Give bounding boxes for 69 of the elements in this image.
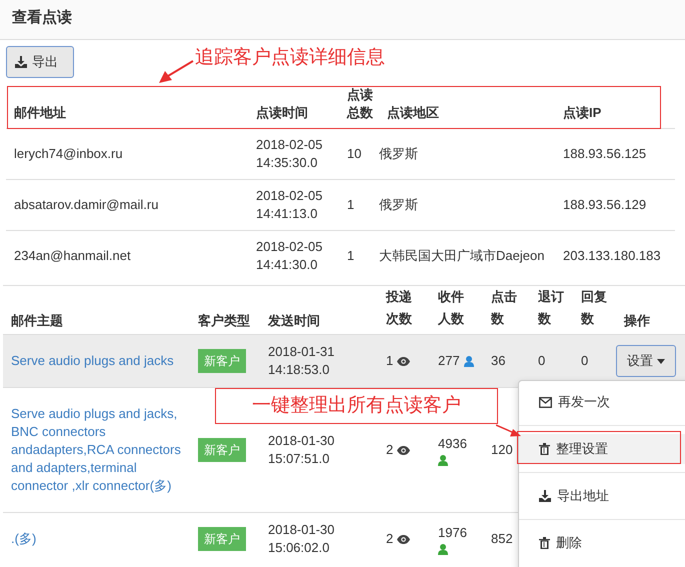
column-header: 邮件主题 [10, 312, 64, 330]
envelope-icon [539, 396, 552, 408]
menu-item[interactable]: 再发一次 [519, 387, 685, 417]
table-cell: 120 [491, 442, 513, 457]
table-cell: 4936 [438, 434, 467, 452]
table-cell-text: 大韩民国大田广域市Daejeon [379, 247, 546, 265]
menu-item[interactable]: 整理设置 [519, 434, 685, 464]
customer-type-tag: 新客户 [198, 438, 246, 462]
column-header: 发送时间 [266, 312, 321, 330]
export-button[interactable]: 导出 [6, 46, 74, 78]
table-cell: 2 [386, 530, 394, 548]
column-header: 回复数 [580, 288, 608, 328]
table-cell: 2 [386, 441, 394, 459]
eye-icon [397, 446, 410, 454]
column-header: 点读时间 [255, 104, 309, 122]
table-cell-text: absatarov.damir@mail.ru [13, 196, 160, 214]
annotation-arrow [158, 60, 194, 84]
table-cell-text: 188.93.56.125 [562, 145, 648, 163]
trash-icon [539, 537, 550, 549]
column-header: 点读IP [562, 104, 602, 122]
trash-icon [539, 443, 550, 455]
eye-icon [397, 534, 410, 544]
table-cell-text: 2018-01-30 15:06:02.0 [267, 521, 336, 557]
table-cell-text: 1 [346, 247, 356, 265]
column-header: 投递次数 [384, 288, 413, 328]
table-cell: 0 [538, 353, 546, 368]
table-cell: 0 [581, 353, 588, 368]
column-header: 点击数 [490, 288, 518, 328]
table-cell-text: 2018-02-05 14:35:30.0 [255, 136, 324, 172]
column-header: 点读总数 [346, 86, 374, 122]
table-cell: 277 [438, 352, 460, 370]
menu-item[interactable]: 删除 [519, 528, 685, 558]
table-cell-text: 234an@hanmail.net [13, 247, 132, 265]
table-cell: 852 [491, 531, 513, 546]
download-icon [539, 490, 551, 502]
annotation-text: 追踪客户点读详细信息 [195, 46, 385, 70]
annotation-text: 一键整理出所有点读客户 [215, 388, 498, 424]
column-header: 客户类型 [197, 312, 251, 330]
column-header: 收件人数 [436, 288, 465, 328]
table-cell-text: 2018-02-05 14:41:30.0 [255, 238, 324, 274]
download-icon [15, 56, 27, 68]
column-header: 点读地区 [386, 104, 440, 122]
table-cell-text: 2018-01-31 14:18:53.0 [267, 343, 336, 379]
table-cell-text: lerych74@inbox.ru [13, 145, 124, 163]
subject-link[interactable]: .(多) [11, 530, 190, 548]
table-cell-text: 1 [346, 196, 356, 214]
table-cell-text: 2018-02-05 14:41:13.0 [255, 187, 324, 223]
column-header: 退订数 [536, 288, 565, 328]
settings-dropdown-button[interactable]: 设置 [616, 345, 676, 377]
customer-type-tag: 新客户 [198, 349, 246, 373]
annotation-arrow [496, 424, 522, 438]
subject-link[interactable]: Serve audio plugs and jacks [11, 352, 190, 370]
table-cell-text: 俄罗斯 [379, 196, 419, 214]
page-title: 查看点读 [0, 0, 685, 40]
column-header: 操作 [622, 312, 651, 330]
table-cell-text: 203.133.180.183 [562, 247, 662, 265]
table-cell-text: 188.93.56.129 [562, 196, 648, 214]
customer-type-tag: 新客户 [198, 527, 246, 551]
table-cell: 1 [386, 352, 394, 370]
subject-link[interactable]: Serve audio plugs and jacks, BNC connectors andadapters,RCA connectors and adapters,terminal connector ,xlr connector(多) [11, 405, 190, 495]
table-cell-text: 俄罗斯 [379, 145, 419, 163]
column-header: 邮件地址 [13, 104, 67, 122]
table-cell-text: 2018-01-30 15:07:51.0 [267, 432, 336, 468]
eye-icon [397, 356, 410, 366]
table-cell: 1976 [438, 524, 467, 542]
menu-item[interactable]: 导出地址 [519, 481, 685, 511]
table-cell: 36 [491, 353, 506, 368]
caret-icon [657, 358, 665, 364]
table-cell-text: 10 [346, 145, 362, 163]
